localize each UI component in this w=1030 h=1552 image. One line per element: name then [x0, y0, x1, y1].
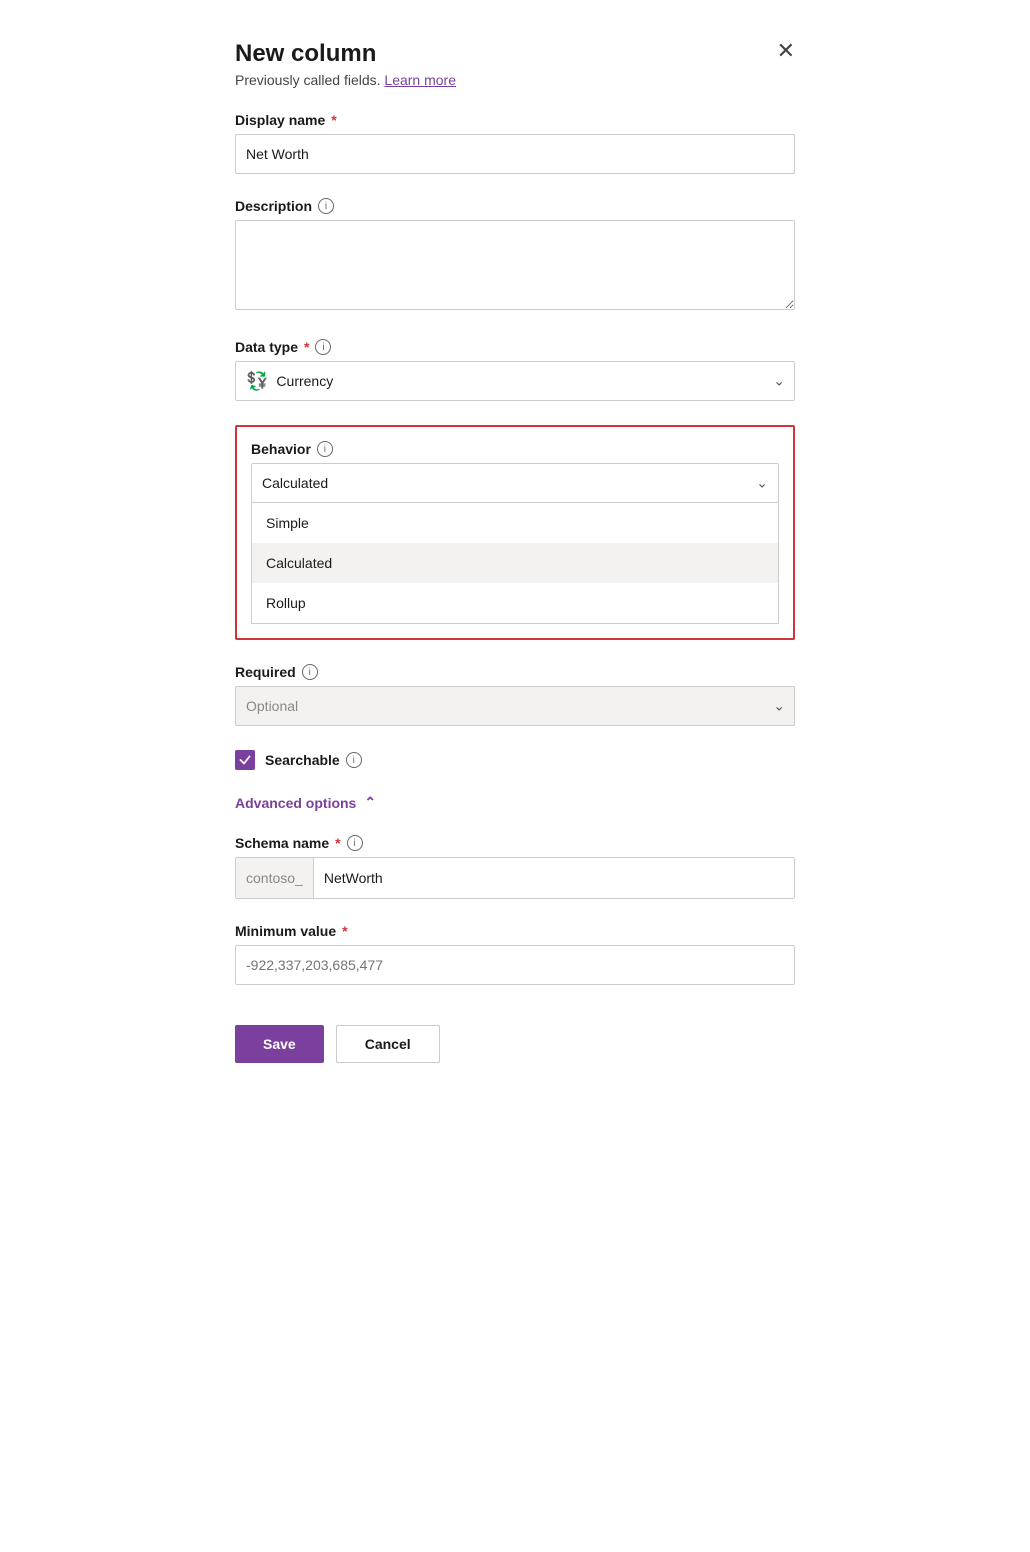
cancel-button[interactable]: Cancel [336, 1025, 440, 1063]
minimum-value-input[interactable] [235, 945, 795, 985]
schema-name-required-star: * [335, 835, 340, 851]
schema-name-input[interactable] [314, 858, 794, 898]
behavior-chevron-icon: ⌄ [756, 475, 768, 492]
behavior-section: Behavior i Calculated ⌄ Simple Calculate… [235, 425, 795, 640]
required-select-wrapper: Optional ⌄ [235, 686, 795, 726]
data-type-section: Data type * i 💱 Currency ⌄ [235, 339, 795, 401]
data-type-required-star: * [304, 339, 309, 355]
behavior-select-wrapper: Calculated ⌄ Simple Calculated Rollup [251, 463, 779, 624]
searchable-label: Searchable i [265, 752, 362, 768]
description-section: Description i [235, 198, 795, 315]
searchable-info-icon: i [346, 752, 362, 768]
data-type-chevron-icon: ⌄ [773, 373, 785, 390]
behavior-select[interactable]: Calculated ⌄ [251, 463, 779, 503]
searchable-row: Searchable i [235, 750, 795, 770]
behavior-option-calculated[interactable]: Calculated [252, 543, 778, 583]
searchable-checkbox[interactable] [235, 750, 255, 770]
behavior-label: Behavior i [251, 441, 779, 457]
minimum-value-section: Minimum value * [235, 923, 795, 985]
panel-subtitle: Previously called fields. Learn more [235, 72, 795, 88]
footer-buttons: Save Cancel [235, 1025, 795, 1103]
minimum-value-label: Minimum value * [235, 923, 795, 939]
advanced-options-chevron-icon: ⌃ [364, 794, 376, 811]
schema-name-section: Schema name * i contoso_ [235, 835, 795, 899]
new-column-panel: New column Previously called fields. Lea… [235, 40, 795, 1512]
schema-name-label: Schema name * i [235, 835, 795, 851]
minimum-value-required-star: * [342, 923, 347, 939]
data-type-select-wrapper: 💱 Currency ⌄ [235, 361, 795, 401]
learn-more-link[interactable]: Learn more [384, 72, 456, 88]
panel-header: New column Previously called fields. Lea… [235, 40, 795, 88]
close-button[interactable]: ✕ [777, 40, 795, 62]
display-name-input[interactable] [235, 134, 795, 174]
schema-name-info-icon: i [347, 835, 363, 851]
description-info-icon: i [318, 198, 334, 214]
required-chevron-icon: ⌄ [773, 698, 785, 715]
data-type-select[interactable]: 💱 Currency ⌄ [235, 361, 795, 401]
behavior-option-simple[interactable]: Simple [252, 503, 778, 543]
required-section: Required i Optional ⌄ [235, 664, 795, 726]
data-type-info-icon: i [315, 339, 331, 355]
currency-icon: 💱 [246, 371, 268, 392]
schema-name-input-group: contoso_ [235, 857, 795, 899]
behavior-option-rollup[interactable]: Rollup [252, 583, 778, 623]
required-select[interactable]: Optional ⌄ [235, 686, 795, 726]
description-label: Description i [235, 198, 795, 214]
behavior-dropdown-options: Simple Calculated Rollup [251, 503, 779, 624]
behavior-info-icon: i [317, 441, 333, 457]
required-info-icon: i [302, 664, 318, 680]
description-input[interactable] [235, 220, 795, 310]
save-button[interactable]: Save [235, 1025, 324, 1063]
required-label: Required i [235, 664, 795, 680]
data-type-label: Data type * i [235, 339, 795, 355]
required-star: * [331, 112, 336, 128]
display-name-label: Display name * [235, 112, 795, 128]
checkmark-icon [239, 754, 251, 766]
advanced-options-toggle[interactable]: Advanced options ⌃ [235, 794, 795, 811]
display-name-section: Display name * [235, 112, 795, 174]
schema-prefix: contoso_ [236, 858, 314, 898]
panel-title: New column [235, 40, 795, 68]
